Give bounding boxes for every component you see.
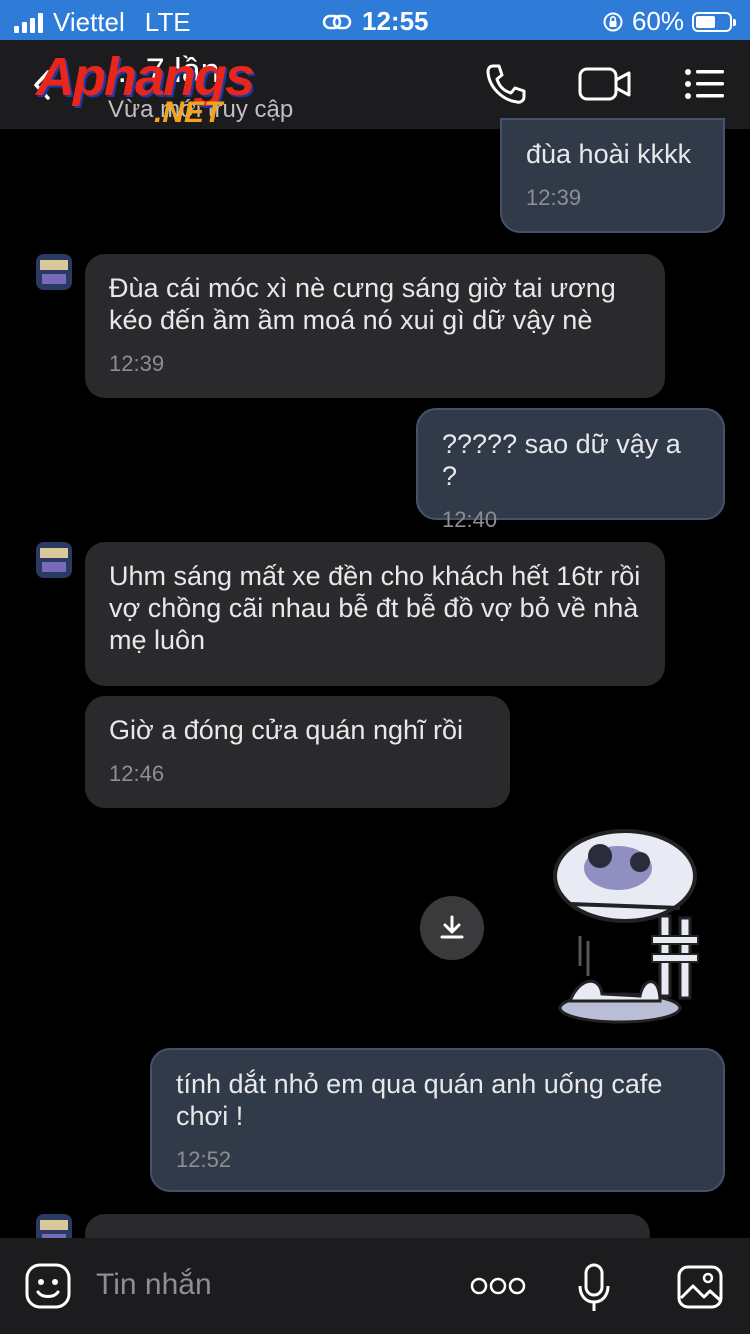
microphone-icon[interactable] <box>576 1262 612 1314</box>
message-time: 12:46 <box>109 761 165 786</box>
message-bubble-outgoing[interactable]: tính dắt nhỏ em qua quán anh uống cafe c… <box>150 1048 725 1192</box>
contact-status: Vừa mới truy cập <box>108 96 294 123</box>
message-text: tính dắt nhỏ em qua quán anh uống cafe c… <box>176 1069 663 1131</box>
video-call-icon[interactable] <box>578 66 632 102</box>
message-bubble-incoming[interactable]: Giờ a đóng cửa quán nghĩ rồi 12:46 <box>85 696 510 808</box>
message-input[interactable]: Tin nhắn <box>96 1268 212 1302</box>
message-time: 12:40 <box>442 507 498 532</box>
hotspot-link-icon <box>322 14 352 29</box>
signal-icon <box>14 12 43 33</box>
download-icon <box>440 915 464 939</box>
image-icon[interactable] <box>676 1264 724 1310</box>
message-bubble-incoming[interactable]: Uhm sáng mất xe đền cho khách hết 16tr r… <box>85 542 665 686</box>
message-text: ????? sao dữ vậy a ? <box>442 429 681 491</box>
menu-icon[interactable] <box>684 68 726 100</box>
message-text: Uhm sáng mất xe đền cho khách hết 16tr r… <box>109 561 641 655</box>
message-composer: Tin nhắn <box>0 1238 750 1334</box>
message-bubble-outgoing[interactable]: ????? sao dữ vậy a ? 12:40 <box>416 408 725 532</box>
message-text: Đùa cái móc xì nè cưng sáng giờ tai ương… <box>109 273 616 335</box>
message-time: 12:52 <box>176 1147 232 1172</box>
battery-icon <box>692 11 736 32</box>
message-bubble-incoming[interactable]: Đùa cái móc xì nè cưng sáng giờ tai ương… <box>85 254 665 398</box>
network-label: LTE <box>144 7 191 37</box>
sticker-icon[interactable] <box>540 826 720 1026</box>
message-time: 12:39 <box>526 185 582 210</box>
back-icon[interactable] <box>28 68 58 102</box>
download-button[interactable] <box>420 896 484 960</box>
chat-header: ... 7 lần Vừa mới truy cập Aphangs .NET <box>0 40 750 129</box>
rotation-lock-icon <box>603 12 623 31</box>
more-icon[interactable] <box>470 1276 526 1296</box>
message-bubble-outgoing[interactable]: đùa hoài kkkk 12:39 <box>500 118 725 233</box>
clock: 12:55 <box>362 6 429 36</box>
message-text: Giờ a đóng cửa quán nghĩ rồi <box>109 715 464 745</box>
battery-percent: 60% <box>631 6 684 36</box>
status-bar: Viettel LTE 12:55 60% <box>0 0 750 40</box>
avatar[interactable] <box>36 542 72 578</box>
avatar[interactable] <box>36 254 72 290</box>
emoji-icon[interactable] <box>24 1262 72 1310</box>
message-time: 12:39 <box>109 351 165 376</box>
battery-level <box>696 15 715 28</box>
contact-name[interactable]: ... 7 lần <box>108 52 220 91</box>
carrier-label: Viettel <box>53 7 125 37</box>
phone-icon[interactable] <box>484 62 526 106</box>
message-text: đùa hoài kkkk <box>526 139 692 169</box>
